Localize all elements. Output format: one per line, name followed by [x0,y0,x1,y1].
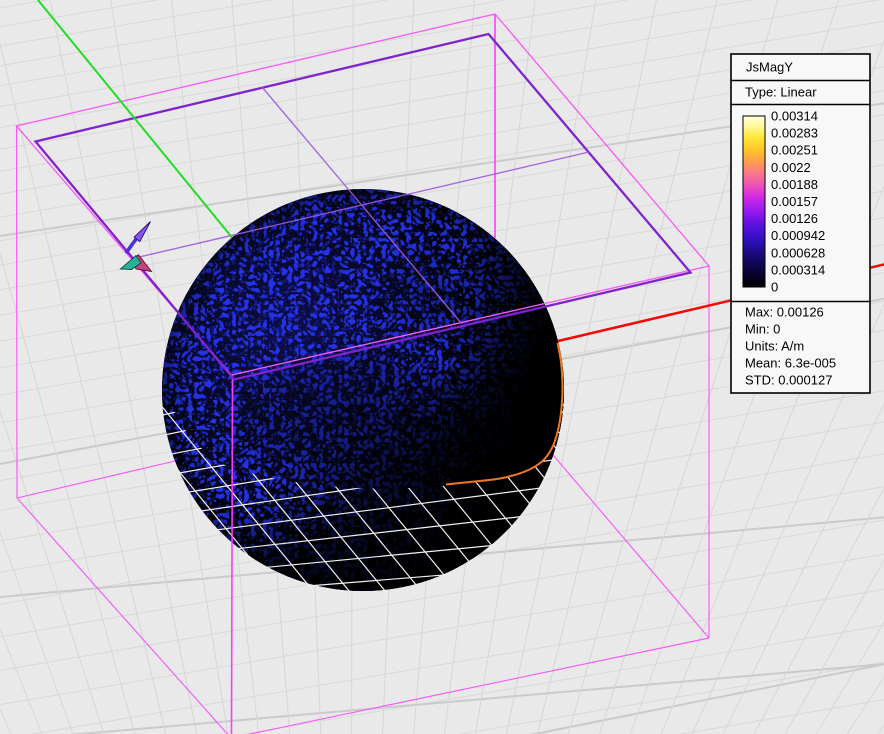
svg-text:JsMagY: JsMagY [746,60,793,75]
svg-text:0.000628: 0.000628 [771,245,825,260]
svg-text:0.000942: 0.000942 [771,228,825,243]
svg-text:0.00283: 0.00283 [771,126,818,141]
svg-text:0.00157: 0.00157 [771,194,818,209]
svg-text:0.00188: 0.00188 [771,177,818,192]
svg-text:0: 0 [771,280,778,295]
svg-text:0.000314: 0.000314 [771,262,825,277]
svg-text:0.00314: 0.00314 [771,109,818,124]
svg-text:STD: 0.000127: STD: 0.000127 [745,373,832,388]
svg-text:0.00126: 0.00126 [771,211,818,226]
svg-text:Min: 0: Min: 0 [745,322,780,337]
svg-text:0.00251: 0.00251 [771,143,818,158]
svg-text:Max: 0.00126: Max: 0.00126 [745,305,824,320]
svg-text:Units: A/m: Units: A/m [745,339,804,354]
svg-text:Mean: 6.3e-005: Mean: 6.3e-005 [745,356,836,371]
svg-text:Type: Linear: Type: Linear [745,85,817,100]
svg-text:0.0022: 0.0022 [771,160,811,175]
